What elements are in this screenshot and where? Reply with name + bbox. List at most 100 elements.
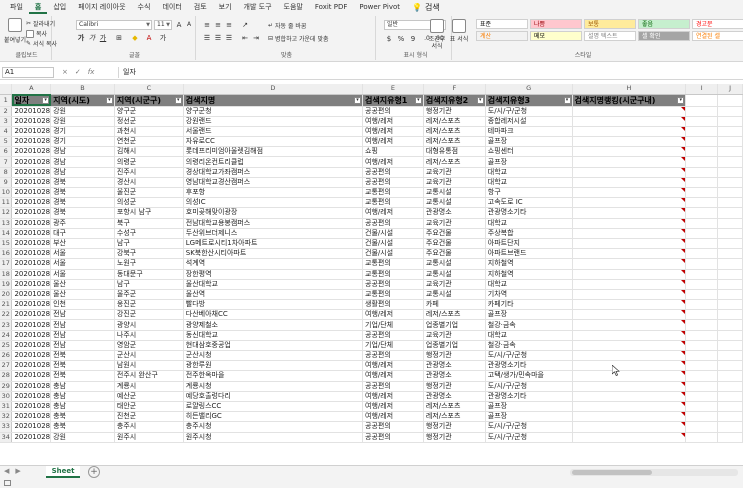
grid-cell[interactable] [717, 136, 743, 148]
grid-cell[interactable]: 20201028 [11, 289, 52, 301]
grid-cell[interactable]: 지하철역 [485, 258, 573, 270]
grid-cell[interactable] [572, 309, 687, 321]
grid-cell[interactable]: 관광명소 [423, 370, 486, 382]
column-header[interactable]: A [11, 84, 52, 95]
grid-cell[interactable]: 군산시청 [183, 350, 364, 362]
grid-cell[interactable]: 레저/스포츠 [423, 116, 486, 127]
grid-cell[interactable] [685, 167, 719, 178]
grid-cell[interactable] [717, 391, 743, 402]
grid-cell[interactable]: 태안군 [114, 401, 184, 413]
grid-cell[interactable]: 대학교 [485, 218, 573, 229]
grid-cell[interactable]: 여행/레저 [362, 411, 424, 423]
currency-button[interactable]: $ [384, 34, 394, 44]
grid-cell[interactable]: 광양제철소 [183, 319, 364, 331]
grid-cell[interactable] [717, 126, 743, 138]
grid-cell[interactable]: 울진군 [114, 187, 184, 199]
grid-cell[interactable] [717, 197, 743, 209]
grid-cell[interactable]: 골프장 [485, 156, 573, 168]
grid-cell[interactable]: 서울 [50, 258, 115, 270]
grid-cell[interactable] [685, 401, 719, 413]
grid-cell[interactable]: 포항시 남구 [114, 207, 184, 219]
grid-cell[interactable] [685, 177, 719, 189]
row-number[interactable]: 27 [0, 360, 13, 372]
row-number[interactable]: 25 [0, 340, 13, 352]
grid-cell[interactable] [572, 421, 687, 433]
grid-cell[interactable] [685, 258, 719, 270]
grid-cell[interactable] [685, 421, 719, 433]
sheet-tab[interactable]: Sheet [46, 466, 80, 478]
grid-cell[interactable]: 의성IC [183, 197, 364, 209]
grid-cell[interactable] [572, 299, 687, 311]
grid-cell[interactable]: 고택/생가/민속마을 [485, 370, 573, 382]
header-cell[interactable]: 일자 ▾ [11, 94, 52, 107]
ribbon-tab[interactable]: 도움말 [278, 0, 309, 14]
grid-cell[interactable]: 골프장 [485, 136, 573, 148]
grid-cell[interactable]: 광주 [50, 218, 115, 229]
grid-cell[interactable] [572, 146, 687, 158]
grid-cell[interactable]: 20201028 [11, 218, 52, 229]
grid-cell[interactable]: 경상대학교가좌캠퍼스 [183, 167, 364, 178]
grid-cell[interactable]: 남구 [114, 238, 184, 250]
row-number[interactable]: 1 [0, 94, 13, 107]
column-header[interactable]: E [362, 84, 424, 95]
grid-cell[interactable]: 레저/스포츠 [423, 401, 486, 413]
cut-button[interactable]: ✂ 잘라내기 [26, 19, 55, 28]
row-number[interactable]: 31 [0, 401, 13, 413]
row-number[interactable]: 23 [0, 319, 13, 331]
grid-cell[interactable] [717, 248, 743, 260]
align-right-icon[interactable]: ☰ [224, 33, 234, 43]
grid-cell[interactable]: 다산베아채CC [183, 309, 364, 321]
grid-cell[interactable]: 충남 [50, 401, 115, 413]
grid-cell[interactable]: 의령군 [114, 156, 184, 168]
grid-cell[interactable]: 광한루원 [183, 360, 364, 372]
grid-cell[interactable]: 경북 [50, 187, 115, 199]
grid-cell[interactable]: 과천시 [114, 126, 184, 138]
grid-cell[interactable]: 20201028 [11, 106, 52, 117]
ribbon-tab[interactable]: 파일 [4, 0, 29, 14]
column-header[interactable]: G [485, 84, 573, 95]
grid-cell[interactable] [685, 370, 719, 382]
increase-indent-icon[interactable]: ⇥ [251, 33, 261, 43]
grid-cell[interactable]: 광양시 [114, 319, 184, 331]
grid-cell[interactable] [717, 319, 743, 331]
grid-cell[interactable]: 레저/스포츠 [423, 411, 486, 423]
grid-cell[interactable]: 울산 [50, 279, 115, 290]
grid-cell[interactable]: 20201028 [11, 299, 52, 311]
grid-cell[interactable]: 여행/레저 [362, 360, 424, 372]
grid-cell[interactable]: 공공편의 [362, 279, 424, 290]
grid-cell[interactable] [685, 136, 719, 148]
grid-cell[interactable]: 20201028 [11, 238, 52, 250]
grid-cell[interactable]: 대학교 [485, 330, 573, 341]
grid-cell[interactable]: 지하철역 [485, 269, 573, 280]
row-number[interactable]: 8 [0, 167, 13, 178]
grid-cell[interactable]: 공공편의 [362, 350, 424, 362]
grid-cell[interactable] [572, 136, 687, 148]
grid-cell[interactable]: 자유로CC [183, 136, 364, 148]
grid-cell[interactable]: 관광명소 [423, 391, 486, 402]
grid-cell[interactable] [572, 319, 687, 331]
shrink-font-button[interactable]: A [184, 20, 194, 30]
grid-cell[interactable]: 북구 [114, 218, 184, 229]
row-number[interactable]: 20 [0, 289, 13, 301]
grid-cell[interactable] [685, 279, 719, 290]
grid-cell[interactable] [572, 187, 687, 199]
grid-cell[interactable]: 여행/레저 [362, 116, 424, 127]
grid-cell[interactable]: 수성구 [114, 228, 184, 239]
grid-cell[interactable] [572, 197, 687, 209]
grid-cell[interactable] [717, 146, 743, 158]
row-number[interactable]: 15 [0, 238, 13, 250]
grid-cell[interactable] [685, 360, 719, 372]
grid-cell[interactable]: 대학교 [485, 177, 573, 189]
percent-button[interactable]: % [396, 34, 406, 44]
grid-cell[interactable] [717, 330, 743, 341]
grid-cell[interactable]: 레저/스포츠 [423, 126, 486, 138]
orientation-icon[interactable]: ↗ [240, 20, 250, 30]
grid-cell[interactable]: 공공편의 [362, 106, 424, 117]
grid-cell[interactable]: 여행/레저 [362, 309, 424, 321]
row-number[interactable]: 33 [0, 421, 13, 433]
grid-cell[interactable]: 20201028 [11, 156, 52, 168]
grid-cell[interactable]: 두산위브더제니스 [183, 228, 364, 239]
grid-cell[interactable]: 20201028 [11, 146, 52, 158]
ribbon-tab[interactable]: Foxit PDF [309, 0, 354, 14]
grid-cell[interactable]: 여행/레저 [362, 156, 424, 168]
